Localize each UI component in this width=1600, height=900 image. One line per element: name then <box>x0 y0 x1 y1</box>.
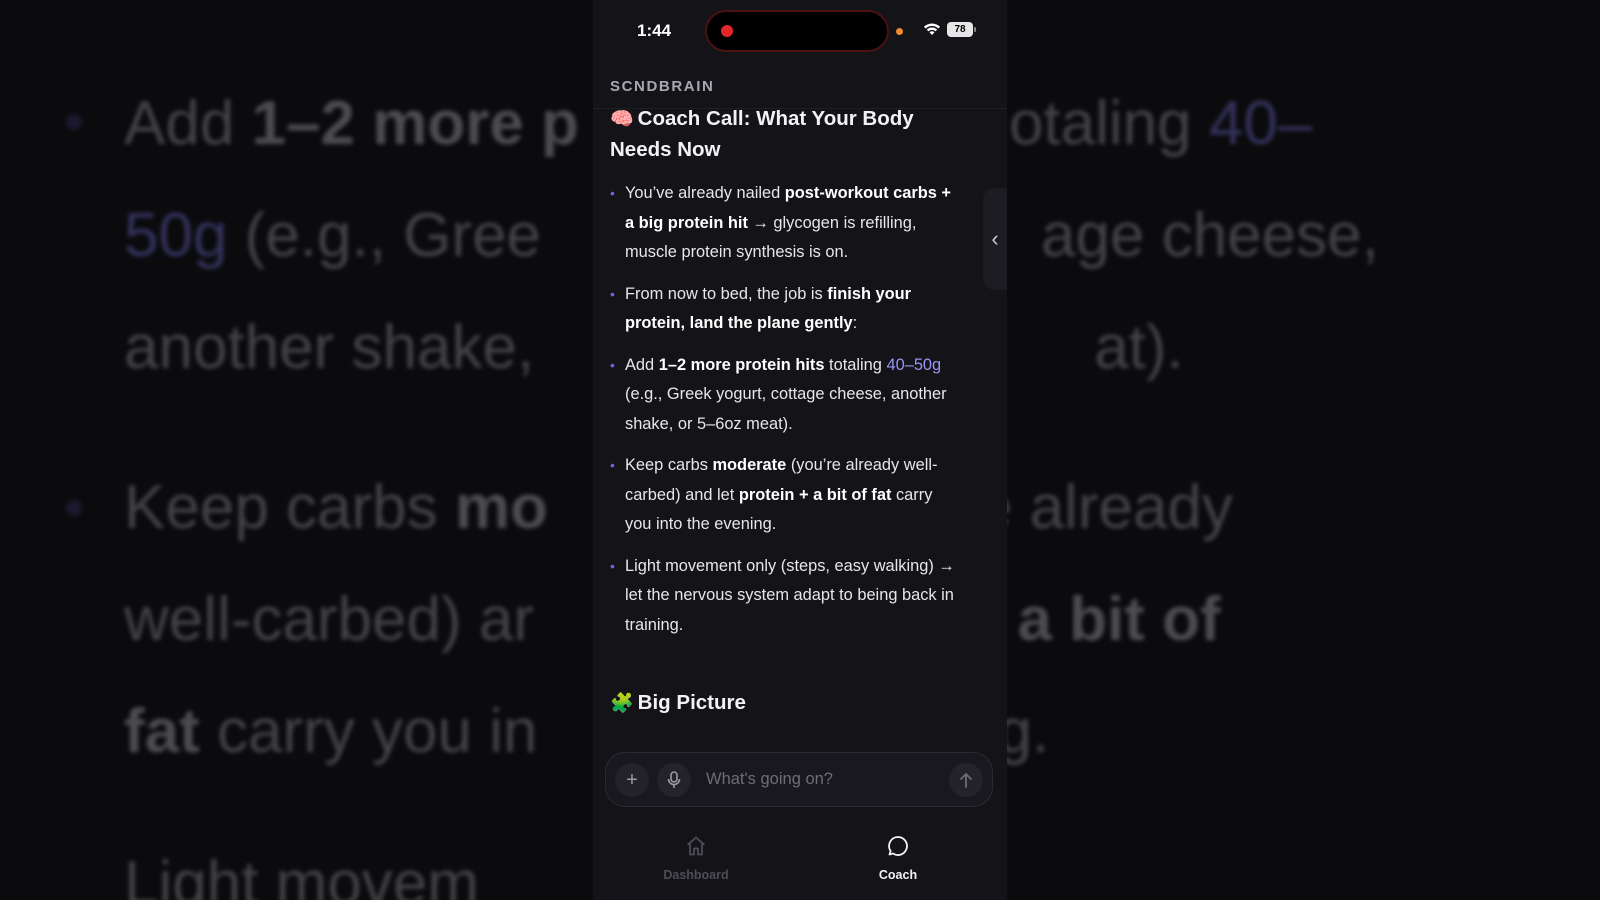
highlight-text: 40–50g <box>886 355 942 374</box>
list-item: Add 1–2 more protein hits totaling 40–50… <box>610 351 955 440</box>
wifi-icon <box>924 23 940 35</box>
tab-dashboard[interactable]: Dashboard <box>636 834 756 882</box>
mic-privacy-dot-icon <box>896 28 903 35</box>
tab-label: Coach <box>878 868 918 882</box>
recording-indicator-icon <box>721 25 733 37</box>
message-composer: + What's going on? <box>605 752 993 807</box>
bold-text: moderate <box>712 456 787 474</box>
text: You’ve already nailed <box>625 184 785 202</box>
section-heading: 🧩 Big Picture <box>610 688 955 719</box>
bg-bullet <box>66 114 82 130</box>
brain-icon: 🧠 <box>610 109 634 130</box>
voice-input-button[interactable] <box>657 763 691 797</box>
text: (e.g., Greek yogurt, cottage cheese, ano… <box>625 385 947 433</box>
chevron-left-icon: ‹ <box>991 226 999 251</box>
arrow-up-icon <box>960 773 972 788</box>
list-item: Keep carbs moderate (you’re already well… <box>610 451 955 540</box>
side-panel-toggle[interactable]: ‹ <box>983 188 1007 290</box>
text: Add <box>625 355 659 374</box>
status-bar: 1:44 78 <box>593 0 1007 62</box>
text: Light movement only (steps, easy walking… <box>625 556 955 634</box>
send-button[interactable] <box>949 763 983 797</box>
phone-screen: 1:44 78 SCNDBRAIN 🧠 Coach Call: What Your… <box>593 0 1007 900</box>
bg-bullet <box>66 500 82 516</box>
text: totaling <box>824 355 887 374</box>
list-item: You’ve already nailed post-workout carbs… <box>610 179 955 268</box>
add-attachment-button[interactable]: + <box>615 763 649 797</box>
text: Keep carbs <box>625 456 713 474</box>
bullet-list: You’ve already nailed post-workout carbs… <box>610 179 955 640</box>
battery-icon: 78 <box>947 22 976 37</box>
tab-bar: Dashboard Coach <box>593 822 1007 900</box>
coach-message: 🧠Coach Call: What Your Body Needs Now Yo… <box>610 104 955 719</box>
section-heading: 🧠 Coach Call: What Your Body Needs Now <box>610 104 955 165</box>
heading-text: Coach Call: What Your Body Needs Now <box>610 107 914 161</box>
bold-text: 1–2 more protein hits <box>658 355 825 374</box>
heading-text: Big Picture <box>637 691 746 714</box>
bold-text: protein + a bit of fat <box>738 485 892 504</box>
status-time: 1:44 <box>637 21 672 40</box>
chat-bubble-icon <box>888 836 908 856</box>
home-icon <box>686 836 706 856</box>
dynamic-island <box>705 10 889 52</box>
text: : <box>852 314 858 332</box>
tab-label: Dashboard <box>663 868 729 882</box>
bg-text-line: Light movem <box>124 849 479 900</box>
list-item: From now to bed, the job is finish your … <box>610 280 955 339</box>
app-brand: SCNDBRAIN <box>610 78 715 95</box>
plus-icon: + <box>626 768 638 791</box>
puzzle-icon: 🧩 <box>610 693 634 714</box>
microphone-icon <box>667 771 681 788</box>
list-item: Light movement only (steps, easy walking… <box>610 552 955 641</box>
tab-coach[interactable]: Coach <box>838 834 958 882</box>
text: From now to bed, the job is <box>625 284 828 303</box>
message-input[interactable]: What's going on? <box>706 770 833 789</box>
